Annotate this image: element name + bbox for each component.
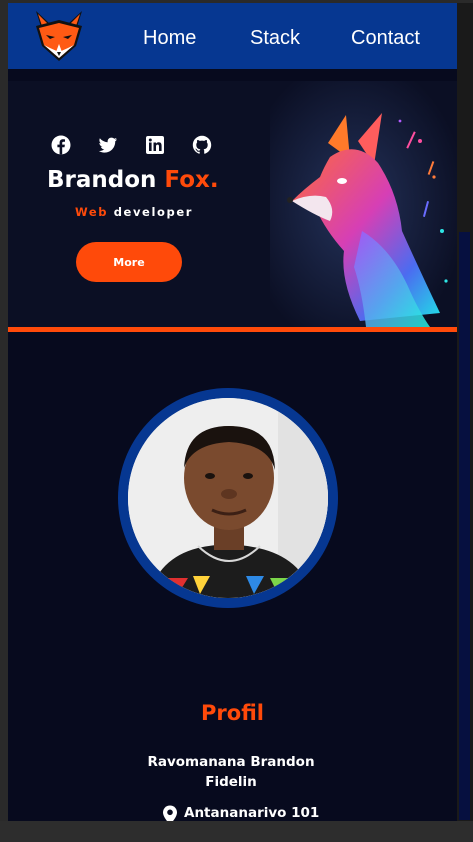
profile-full-name: Ravomanana Brandon Fidelin <box>147 754 315 790</box>
hero-role-rest: developer <box>108 205 193 219</box>
nav-stack-link[interactable]: Stack <box>250 27 300 50</box>
hero-name-accent: Fox. <box>164 167 219 193</box>
hero-role: Web developer <box>75 205 193 219</box>
facebook-icon[interactable] <box>51 135 71 155</box>
github-icon[interactable] <box>192 135 212 155</box>
location-pin-icon <box>163 805 177 821</box>
hero-section: Brandon Fox. Web developer More <box>8 81 457 327</box>
hero-divider <box>8 327 457 332</box>
linkedin-icon[interactable] <box>145 135 165 155</box>
profile-photo <box>128 398 328 598</box>
social-links <box>51 135 231 157</box>
fox-artwork-image <box>270 81 457 327</box>
scrollbar-thumb[interactable] <box>459 232 470 820</box>
profile-section-title: Profil <box>201 701 264 725</box>
profile-location: Antananarivo 101 <box>162 805 319 821</box>
fox-logo-icon[interactable] <box>32 8 86 64</box>
nav-contact-link[interactable]: Contact <box>351 27 420 50</box>
more-button[interactable]: More <box>76 242 182 282</box>
hero-name-first: Brandon <box>47 167 165 193</box>
hero-role-accent: Web <box>75 205 109 219</box>
browser-viewport: Home Stack Contact Brandon Fox. Web deve… <box>8 3 457 821</box>
profile-location-text: Antananarivo 101 <box>184 805 320 821</box>
hero-name-heading: Brandon Fox. <box>47 167 219 193</box>
twitter-icon[interactable] <box>98 135 118 155</box>
window-bottom-bar <box>0 821 473 842</box>
nav-home-link[interactable]: Home <box>143 27 196 50</box>
navbar: Home Stack Contact <box>8 3 457 69</box>
